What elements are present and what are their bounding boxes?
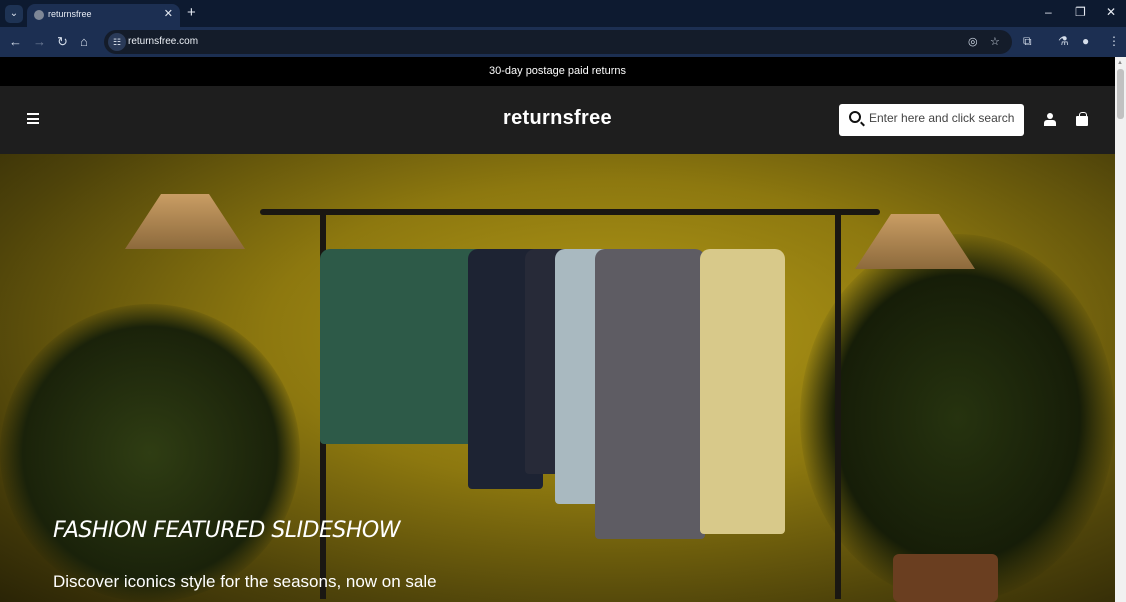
profile-icon[interactable]: ● bbox=[1082, 34, 1089, 48]
tab-search-button[interactable]: ⌄ bbox=[5, 5, 23, 23]
home-icon[interactable]: ⌂ bbox=[80, 34, 88, 49]
shopping-bag-icon[interactable] bbox=[1076, 112, 1088, 126]
restore-button[interactable]: ❐ bbox=[1075, 5, 1086, 19]
scrollbar-thumb[interactable] bbox=[1117, 69, 1124, 119]
reload-icon[interactable]: ↻ bbox=[57, 34, 68, 50]
close-window-button[interactable]: ✕ bbox=[1106, 5, 1116, 19]
hero-slideshow[interactable]: FASHION FEATURED SLIDESHOW Discover icon… bbox=[0, 154, 1115, 602]
webpage: 30-day postage paid returns returnsfree … bbox=[0, 57, 1115, 602]
hero-title: FASHION FEATURED SLIDESHOW bbox=[53, 518, 400, 543]
hero-image-garment bbox=[595, 249, 705, 539]
scroll-up-arrow-icon[interactable]: ▲ bbox=[1117, 60, 1123, 66]
hero-image-garment bbox=[700, 249, 785, 534]
tab-title: returnsfree bbox=[48, 9, 92, 19]
announcement-bar: 30-day postage paid returns bbox=[0, 57, 1115, 86]
close-tab-icon[interactable]: ✕ bbox=[164, 7, 173, 20]
globe-icon bbox=[34, 10, 44, 20]
back-icon[interactable]: ← bbox=[9, 34, 22, 49]
hero-subtitle: Discover iconics style for the seasons, … bbox=[53, 572, 437, 591]
page-scrollbar[interactable]: ▲ bbox=[1115, 57, 1126, 602]
hero-image-rack bbox=[260, 209, 880, 215]
forward-icon[interactable]: → bbox=[33, 34, 46, 49]
hero-image-rack bbox=[835, 209, 841, 599]
address-bar[interactable]: ☷ returnsfree.com ◎ ☆ bbox=[104, 30, 1012, 54]
new-tab-button[interactable]: + bbox=[187, 4, 196, 21]
bookmark-star-icon[interactable]: ☆ bbox=[990, 35, 1000, 48]
search-box[interactable] bbox=[839, 104, 1024, 136]
browser-toolbar: ← → ↻ ⌂ ☷ returnsfree.com ◎ ☆ ⧉ ⚗ ● ⋮ bbox=[0, 27, 1126, 57]
hero-image-plant bbox=[0, 304, 300, 602]
account-icon[interactable] bbox=[1044, 113, 1056, 126]
hero-image-plant bbox=[800, 234, 1115, 602]
extensions-icon[interactable]: ⧉ bbox=[1023, 34, 1032, 49]
menu-kebab-icon[interactable]: ⋮ bbox=[1108, 34, 1120, 48]
hero-image-basket bbox=[893, 554, 998, 602]
labs-flask-icon[interactable]: ⚗ bbox=[1058, 34, 1069, 48]
browser-tab-bar: ⌄ returnsfree ✕ + – ❐ ✕ bbox=[0, 0, 1126, 27]
hero-image-lamp bbox=[125, 194, 245, 249]
search-input[interactable] bbox=[869, 111, 1019, 125]
eye-off-icon[interactable]: ◎ bbox=[968, 35, 978, 48]
hero-image-garment bbox=[320, 249, 490, 444]
url-text[interactable]: returnsfree.com bbox=[128, 36, 198, 47]
hero-image-lamp bbox=[855, 214, 975, 269]
search-icon[interactable] bbox=[849, 111, 861, 123]
browser-tab[interactable]: returnsfree ✕ bbox=[27, 4, 180, 27]
minimize-button[interactable]: – bbox=[1045, 5, 1052, 19]
site-header: returnsfree bbox=[0, 86, 1115, 154]
site-info-icon[interactable]: ☷ bbox=[108, 33, 126, 51]
